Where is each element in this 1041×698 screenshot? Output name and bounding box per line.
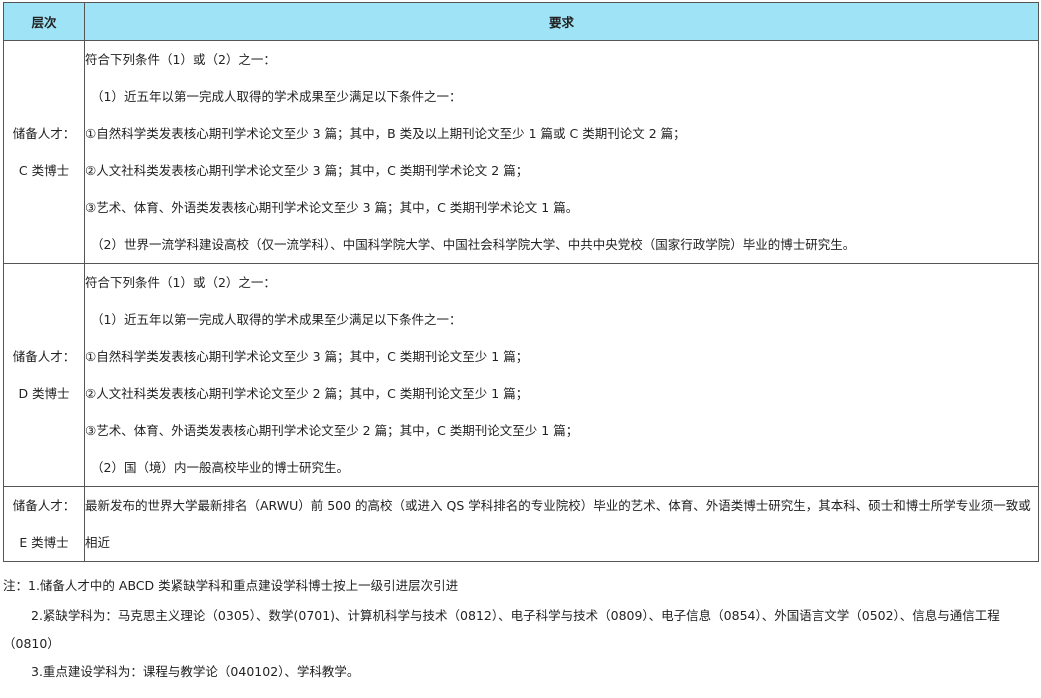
table-row-c: 储备人才： C 类博士 符合下列条件（1）或（2）之一： （1）近五年以第一完成…	[3, 40, 1039, 264]
column-header-requirements: 要求	[84, 2, 1039, 41]
requirements-cell-c: 符合下列条件（1）或（2）之一： （1）近五年以第一完成人取得的学术成果至少满足…	[84, 40, 1039, 264]
table-row-d: 储备人才： D 类博士 符合下列条件（1）或（2）之一： （1）近五年以第一完成…	[3, 263, 1039, 487]
note-2: 2.紧缺学科为：马克思主义理论（0305）、数学(0701)、计算机科学与技术（…	[3, 608, 1000, 651]
table-row-e: 储备人才： E 类博士 最新发布的世界大学最新排名（ARWU）前 500 的高校…	[3, 486, 1039, 562]
notes-section: 注：1.储备人才中的 ABCD 类紧缺学科和重点建设学科博士按上一级引进层次引进…	[3, 572, 1033, 686]
requirement-line: （2）世界一流学科建设高校（仅一流学科）、中国科学院大学、中国社会科学院大学、中…	[91, 237, 856, 252]
level-label-line-1: 储备人才：	[12, 498, 76, 513]
level-label-line-1: 储备人才：	[12, 126, 76, 141]
requirement-line: ③艺术、体育、外语类发表核心期刊学术论文至少 2 篇；其中，C 类期刊论文至少 …	[85, 423, 579, 438]
level-cell-c: 储备人才： C 类博士	[3, 40, 85, 264]
requirements-cell-e: 最新发布的世界大学最新排名（ARWU）前 500 的高校（或进入 QS 学科排名…	[84, 486, 1039, 562]
requirement-line: ②人文社科类发表核心期刊学术论文至少 2 篇；其中，C 类期刊论文至少 1 篇；	[85, 386, 529, 401]
level-label-line-1: 储备人才：	[12, 349, 76, 364]
level-label-line-2: C 类博士	[18, 163, 70, 178]
level-label-line-2: D 类博士	[18, 386, 70, 401]
note-3: 3.重点建设学科为：课程与教学论（040102）、学科教学。	[31, 664, 360, 679]
requirement-line: ②人文社科类发表核心期刊学术论文至少 3 篇；其中，C 类期刊学术论文 2 篇；	[85, 163, 529, 178]
requirement-line: （2）国（境）内一般高校毕业的博士研究生。	[91, 460, 349, 475]
column-header-level: 层次	[3, 2, 85, 41]
requirement-text: 最新发布的世界大学最新排名（ARWU）前 500 的高校（或进入 QS 学科排名…	[85, 498, 1031, 550]
level-label-line-2: E 类博士	[19, 535, 69, 550]
level-cell-e: 储备人才： E 类博士	[3, 486, 85, 562]
table-header-row: 层次 要求	[3, 2, 1039, 41]
level-cell-d: 储备人才： D 类博士	[3, 263, 85, 487]
requirement-line: （1）近五年以第一完成人取得的学术成果至少满足以下条件之一：	[91, 312, 462, 327]
requirement-line: （1）近五年以第一完成人取得的学术成果至少满足以下条件之一：	[91, 89, 462, 104]
requirement-line: 符合下列条件（1）或（2）之一：	[85, 275, 276, 290]
requirements-table: 层次 要求 储备人才： C 类博士 符合下列条件（1）或（2）之一： （1）近五…	[3, 2, 1039, 562]
requirement-line: ①自然科学类发表核心期刊学术论文至少 3 篇；其中，B 类及以上期刊论文至少 1…	[85, 126, 686, 141]
requirement-line: 符合下列条件（1）或（2）之一：	[85, 52, 276, 67]
note-1: 注：1.储备人才中的 ABCD 类紧缺学科和重点建设学科博士按上一级引进层次引进	[3, 578, 459, 593]
requirements-cell-d: 符合下列条件（1）或（2）之一： （1）近五年以第一完成人取得的学术成果至少满足…	[84, 263, 1039, 487]
requirement-line: ①自然科学类发表核心期刊学术论文至少 3 篇；其中，C 类期刊论文至少 1 篇；	[85, 349, 529, 364]
requirement-line: ③艺术、体育、外语类发表核心期刊学术论文至少 3 篇；其中，C 类期刊学术论文 …	[85, 200, 579, 215]
